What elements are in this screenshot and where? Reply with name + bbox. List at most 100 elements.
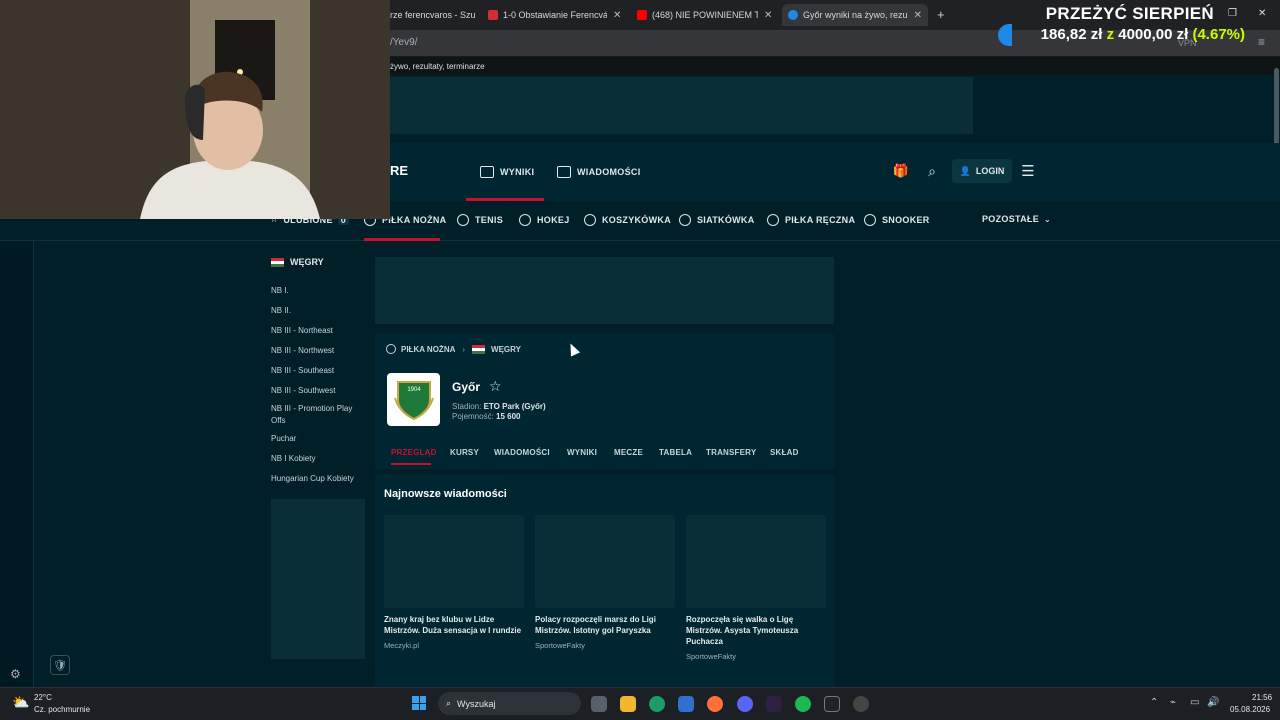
league-link[interactable]: NB I Kobiety xyxy=(271,453,366,465)
volume-icon[interactable]: 🔊 xyxy=(1207,697,1219,708)
discord-icon[interactable] xyxy=(737,696,753,712)
nav-label: WYNIKI xyxy=(500,167,535,177)
close-window-icon[interactable]: ✕ xyxy=(1258,8,1266,19)
spotify-icon[interactable] xyxy=(795,696,811,712)
gift-icon[interactable]: 🎁 xyxy=(890,160,912,182)
league-link[interactable]: Puchar xyxy=(271,433,366,445)
capacity-info: Pojemność: 15 600 xyxy=(452,412,521,421)
browser-tab-2[interactable]: 1-0 Obstawianie Ferencvárosi T ✕ xyxy=(488,4,624,26)
tab-overview[interactable]: PRZEGLĄD xyxy=(391,448,437,457)
clock-time[interactable]: 21:56 xyxy=(1252,693,1272,702)
gear-icon[interactable]: ⚙ xyxy=(10,667,21,681)
network-icon[interactable]: ⌁ xyxy=(1170,697,1176,708)
sport-other[interactable]: POZOSTAŁE ⌄ xyxy=(982,214,1051,224)
league-link[interactable]: NB II. xyxy=(271,305,366,317)
sport-volleyball[interactable]: SIATKÓWKA xyxy=(679,214,755,226)
firefox-icon[interactable] xyxy=(707,696,723,712)
svg-text:1904: 1904 xyxy=(407,387,421,393)
url-text[interactable]: /Yev9/ xyxy=(390,37,417,48)
news-image[interactable] xyxy=(384,515,524,608)
breadcrumb: PIŁKA NOŻNA › WĘGRY xyxy=(386,344,521,354)
news-title[interactable]: Polacy rozpoczęli marsz do Ligi Mistrzów… xyxy=(535,614,677,636)
hamburger-menu-icon[interactable]: ☰ xyxy=(1017,160,1039,182)
news-image[interactable] xyxy=(686,515,826,608)
snooker-icon xyxy=(864,214,876,226)
capacity-label: Pojemność: xyxy=(452,412,494,421)
tab-squad[interactable]: SKŁAD xyxy=(770,448,799,457)
breadcrumb-sport[interactable]: PIŁKA NOŻNA xyxy=(401,345,455,354)
store-icon[interactable] xyxy=(678,696,694,712)
news-image[interactable] xyxy=(535,515,675,608)
shield-icon[interactable]: 🛡 xyxy=(50,655,70,675)
news-heading: Najnowsze wiadomości xyxy=(384,488,507,500)
restore-icon[interactable]: ❐ xyxy=(1228,8,1237,19)
browser-tab-1[interactable]: rze ferencvaros - Szu✕ xyxy=(390,4,478,26)
taskbar-search[interactable]: ⌕ Wyszukaj xyxy=(438,692,581,715)
tab-fixtures[interactable]: MECZE xyxy=(614,448,643,457)
login-button[interactable]: 👤 LOGIN xyxy=(952,159,1012,183)
tab-news[interactable]: WIADOMOŚCI xyxy=(494,448,550,457)
windows-start-icon[interactable] xyxy=(412,696,426,710)
sport-basketball[interactable]: KOSZYKÓWKA xyxy=(584,214,671,226)
new-tab-button[interactable]: + xyxy=(937,7,945,22)
nav-wyniki[interactable]: WYNIKI xyxy=(480,143,534,201)
sport-label: KOSZYKÓWKA xyxy=(602,215,671,225)
breadcrumb-country[interactable]: WĘGRY xyxy=(491,345,521,354)
site-logo[interactable]: RE xyxy=(390,163,408,178)
webcam-person-image xyxy=(0,0,390,219)
taskbar xyxy=(0,687,1280,720)
league-link[interactable]: NB III - Promotion Play Offs xyxy=(271,403,366,427)
search-icon[interactable]: ⌕ xyxy=(921,160,943,182)
app-icon[interactable] xyxy=(853,696,869,712)
team-crest-icon: 1904 xyxy=(393,380,434,420)
browser-tab-active[interactable]: Győr wyniki na żywo, rezultaty, ✕ xyxy=(782,4,928,26)
team-header-card xyxy=(375,334,834,469)
league-link[interactable]: NB III - Northwest xyxy=(271,345,366,357)
sport-label: HOKEJ xyxy=(537,215,570,225)
stadium-label: Stadion: xyxy=(452,402,482,411)
news-title[interactable]: Znany kraj bez klubu w Lidze Mistrzów. D… xyxy=(384,614,526,636)
team-name: Győr xyxy=(452,380,481,394)
epic-games-icon[interactable] xyxy=(824,696,840,712)
next-app-icon[interactable] xyxy=(766,696,782,712)
close-icon[interactable]: ✕ xyxy=(914,10,922,21)
country-header[interactable]: WĘGRY xyxy=(271,257,324,268)
menu-icon[interactable]: ≡ xyxy=(1258,35,1265,49)
close-icon[interactable]: ✕ xyxy=(613,10,621,21)
browser-tab-3[interactable]: (468) NIE POWINIENEM TEGO V ✕ xyxy=(637,4,775,26)
close-icon[interactable]: ✕ xyxy=(764,10,772,21)
sidebar-ad-placeholder xyxy=(271,499,365,659)
chevron-right-icon: › xyxy=(462,344,466,354)
league-link[interactable]: NB III - Southeast xyxy=(271,365,366,377)
league-link[interactable]: NB III - Northeast xyxy=(271,325,366,337)
weather-temp[interactable]: 22°C xyxy=(34,693,52,702)
sport-tennis[interactable]: TENIS xyxy=(457,214,503,226)
sport-snooker[interactable]: SNOOKER xyxy=(864,214,930,226)
news-title[interactable]: Rozpoczęła się walka o Ligę Mistrzów. As… xyxy=(686,614,828,647)
league-link[interactable]: NB III - Southwest xyxy=(271,385,366,397)
favorite-star-icon[interactable]: ☆ xyxy=(489,378,502,395)
sport-label: PIŁKA NOŻNA xyxy=(382,215,447,225)
chevron-up-icon[interactable]: ⌃ xyxy=(1150,697,1158,708)
league-link[interactable]: NB I. xyxy=(271,285,366,297)
tab-transfers[interactable]: TRANSFERY xyxy=(706,448,756,457)
stadium-value: ETO Park (Győr) xyxy=(483,402,546,411)
sport-handball[interactable]: PIŁKA RĘCZNA xyxy=(767,214,855,226)
tab-standings[interactable]: TABELA xyxy=(659,448,692,457)
display-icon[interactable]: ▭ xyxy=(1190,697,1199,708)
league-link[interactable]: Hungarian Cup Kobiety xyxy=(271,473,366,485)
handball-icon xyxy=(767,214,779,226)
weather-desc[interactable]: Cz. pochmurnie xyxy=(34,705,90,714)
tab-label: rze ferencvaros - Szu xyxy=(390,10,476,20)
tab-results[interactable]: WYNIKI xyxy=(567,448,597,457)
hungary-flag-icon xyxy=(271,258,284,268)
nav-wiadomosci[interactable]: WIADOMOŚCI xyxy=(557,143,641,201)
task-view-icon[interactable] xyxy=(591,696,607,712)
file-explorer-icon[interactable] xyxy=(620,696,636,712)
partly-cloudy-icon[interactable]: ⛅ xyxy=(12,694,29,711)
clock-date[interactable]: 05.08.2026 xyxy=(1230,705,1270,714)
sport-hockey[interactable]: HOKEJ xyxy=(519,214,570,226)
edge-icon[interactable] xyxy=(649,696,665,712)
left-rail xyxy=(0,241,34,687)
tab-odds[interactable]: KURSY xyxy=(450,448,479,457)
